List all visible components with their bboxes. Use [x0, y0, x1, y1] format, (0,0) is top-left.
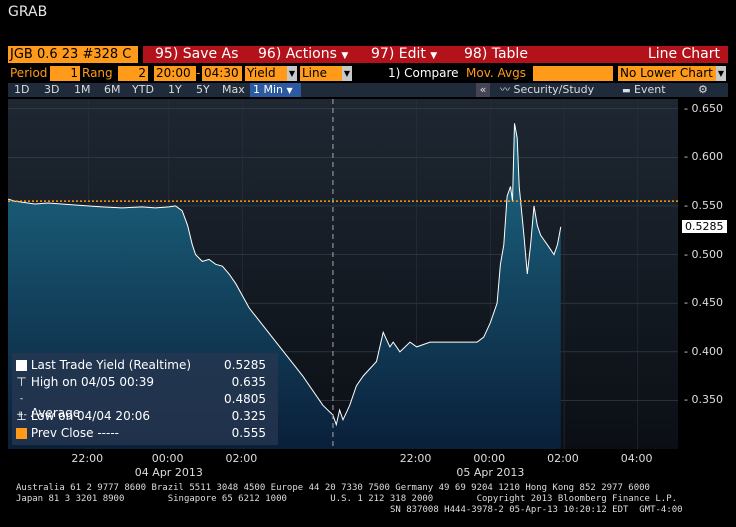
legend-low-label: Low on 04/04 20:06 [30, 409, 151, 423]
time-to-input[interactable]: 04:30 [202, 66, 242, 81]
security-study-label: Security/Study [513, 83, 595, 96]
y-tick-label: - 0.350 [684, 393, 723, 407]
x-tick-label: 22:00 [399, 452, 432, 465]
tab-1d[interactable]: 1D [14, 83, 29, 97]
legend-average-value: 0.4805 [224, 392, 266, 406]
study-chart-icon: 〰 [500, 85, 510, 96]
x-date-label: 05 Apr 2013 [456, 466, 525, 479]
field-select-value: Yield [247, 66, 276, 80]
field-chevron-icon: ▼ [287, 66, 297, 81]
compare-button[interactable]: 1) Compare [388, 66, 459, 81]
high-marker-icon: ⊤ [16, 375, 27, 389]
settings-gear-icon[interactable]: ⚙ [698, 83, 708, 97]
range-input[interactable]: 2 [118, 66, 148, 81]
time-from-input[interactable]: 20:00 [154, 66, 196, 81]
tab-max[interactable]: Max [222, 83, 245, 97]
lower-chart-value: No Lower Chart [620, 66, 713, 80]
chart-legend: Last Trade Yield (Realtime) 0.5285 ⊤ Hig… [12, 353, 278, 445]
mov-avgs-label: Mov. Avgs [466, 66, 526, 80]
period-input[interactable]: 1 [50, 66, 80, 81]
last-value-label: 0.5285 [682, 219, 727, 233]
tab-ytd[interactable]: YTD [132, 83, 154, 97]
y-tick-label: - 0.400 [684, 344, 723, 358]
actions-button[interactable]: 96) Actions ▼ [250, 46, 360, 63]
edit-label: 97) Edit [371, 46, 426, 62]
style-chevron-icon: ▼ [342, 66, 352, 81]
ticker-input[interactable]: JGB 0.6 23 #328 C [8, 46, 138, 63]
style-select-value: Line [302, 66, 328, 80]
footer-line-3: SN 837008 H444-3978-2 05-Apr-13 10:20:12… [390, 505, 683, 515]
legend-last-trade-label: Last Trade Yield (Realtime) [30, 358, 192, 372]
legend-last-trade: Last Trade Yield (Realtime) 0.5285 [16, 357, 274, 373]
window-title: GRAB [8, 4, 48, 20]
x-tick-label: 02:00 [225, 452, 258, 465]
legend-low: ⊥ Low on 04/04 20:06 0.325 [16, 408, 274, 424]
tab-6m[interactable]: 6M [104, 83, 121, 97]
legend-average: -+- Average 0.4805 [16, 391, 274, 420]
last-trade-swatch-icon [16, 360, 27, 371]
footer-line-1: Australia 61 2 9777 8600 Brazil 5511 304… [16, 483, 650, 493]
y-tick-label: - 0.550 [684, 198, 723, 212]
actions-chevron-icon: ▼ [341, 51, 349, 61]
prev-close-swatch-icon [16, 428, 27, 439]
tab-3d[interactable]: 3D [44, 83, 59, 97]
y-tick-label: - 0.500 [684, 247, 723, 261]
legend-last-trade-value: 0.5285 [224, 358, 266, 372]
y-tick-label: - 0.450 [684, 296, 723, 310]
x-tick-label: 00:00 [151, 452, 184, 465]
x-date-label: 04 Apr 2013 [134, 466, 203, 479]
interval-select[interactable]: 1 Min ▼ [250, 83, 301, 97]
legend-high: ⊤ High on 04/05 00:39 0.635 [16, 374, 274, 390]
table-button[interactable]: 98) Table [450, 46, 552, 63]
legend-prev-close: Prev Close ----- 0.555 [16, 425, 274, 441]
save-as-button[interactable]: 95) Save As [143, 46, 257, 63]
legend-low-value: 0.325 [231, 409, 266, 423]
event-button[interactable]: ▬ Event [622, 83, 682, 97]
tab-1y[interactable]: 1Y [168, 83, 182, 97]
y-tick-label: - 0.650 [684, 101, 723, 115]
edit-chevron-icon: ▼ [430, 51, 438, 61]
x-tick-label: 00:00 [473, 452, 506, 465]
x-tick-label: 02:00 [547, 452, 579, 465]
range-label: Rang [82, 66, 113, 80]
legend-high-value: 0.635 [231, 375, 266, 389]
time-separator: - [196, 66, 201, 80]
security-study-button[interactable]: 〰 Security/Study [500, 83, 610, 97]
mov-avgs-input[interactable] [533, 66, 613, 81]
footer-line-2: Japan 81 3 3201 8900 Singapore 65 6212 1… [16, 494, 678, 504]
legend-prev-close-value: 0.555 [231, 426, 266, 440]
x-tick-label: 04:00 [620, 452, 653, 465]
y-tick-label: - 0.600 [684, 150, 723, 164]
low-marker-icon: ⊥ [16, 409, 27, 423]
x-tick-label: 22:00 [71, 452, 104, 465]
event-flag-icon: ▬ [622, 86, 631, 96]
lower-chart-select[interactable]: No Lower Chart ▼ [618, 66, 726, 81]
edit-button[interactable]: 97) Edit ▼ [357, 46, 459, 63]
tab-1m[interactable]: 1M [74, 83, 91, 97]
tab-5y[interactable]: 5Y [196, 83, 210, 97]
interval-chevron-icon: ▼ [286, 86, 293, 95]
collapse-button[interactable]: « [476, 83, 490, 97]
lower-chart-chevron-icon: ▼ [716, 66, 726, 81]
legend-prev-close-label: Prev Close ----- [30, 426, 119, 440]
field-select[interactable]: Yield ▼ [245, 66, 297, 81]
interval-value: 1 Min [253, 83, 284, 96]
event-label: Event [634, 83, 666, 96]
style-select[interactable]: Line ▼ [300, 66, 352, 81]
chart-type-button[interactable]: Line Chart [540, 46, 728, 63]
legend-high-label: High on 04/05 00:39 [30, 375, 154, 389]
actions-label: 96) Actions [258, 46, 337, 62]
period-label: Period [10, 66, 48, 80]
